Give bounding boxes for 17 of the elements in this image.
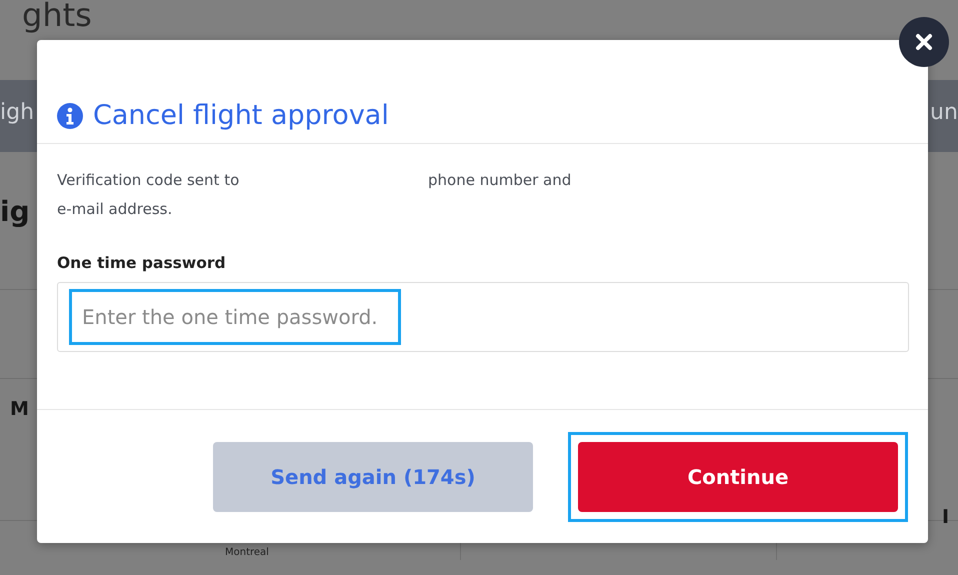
message-text: Verification code sent to bbox=[57, 170, 240, 191]
background-text: I bbox=[942, 506, 950, 529]
close-icon bbox=[915, 33, 933, 51]
background-text: ig bbox=[0, 195, 30, 229]
background-text: M bbox=[10, 398, 29, 421]
background-text: ghts bbox=[22, 0, 92, 34]
field-label: One time password bbox=[57, 254, 227, 272]
dialog-title: Cancel flight approval bbox=[93, 100, 389, 131]
continue-button[interactable]: Continue bbox=[578, 442, 898, 512]
background-text: Montreal bbox=[225, 547, 269, 559]
background-text: igh bbox=[0, 100, 34, 126]
background-text: un bbox=[930, 100, 958, 126]
close-button[interactable] bbox=[899, 17, 949, 67]
password-field[interactable]: Enter the one time password. bbox=[57, 282, 909, 352]
message-text: phone number and bbox=[428, 170, 572, 191]
message-text: e-mail address. bbox=[57, 199, 174, 220]
info-icon bbox=[57, 102, 83, 128]
